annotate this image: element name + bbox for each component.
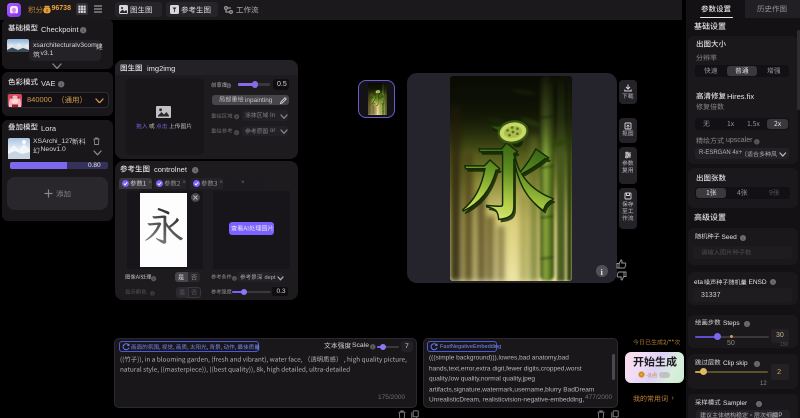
svg-text:$: $ <box>46 8 49 14</box>
svg-text:i: i <box>228 84 229 88</box>
svg-text:i: i <box>236 131 237 135</box>
svg-text:i: i <box>152 292 153 296</box>
svg-text:i: i <box>236 115 237 119</box>
svg-text:i: i <box>233 277 234 281</box>
svg-text:i: i <box>153 277 154 281</box>
